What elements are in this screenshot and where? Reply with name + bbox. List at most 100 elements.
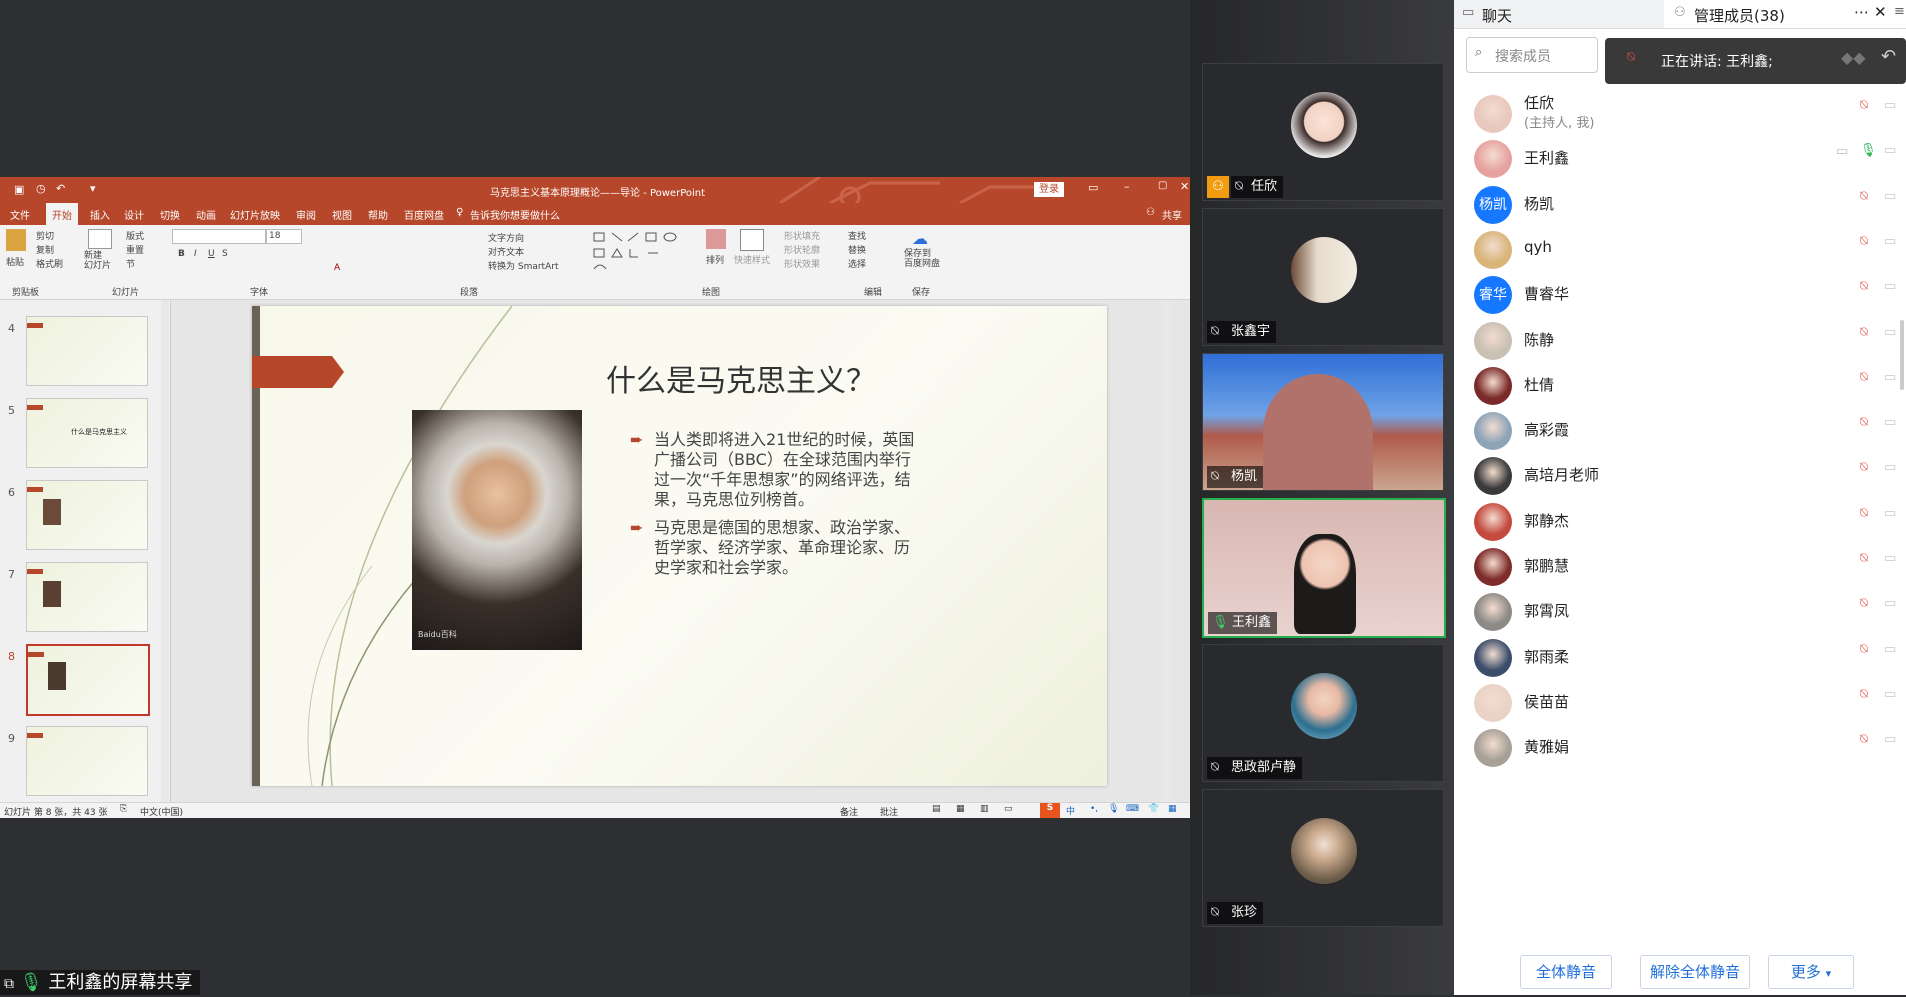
undo-icon[interactable]: ↶ [56,182,65,195]
arrange-icon[interactable] [706,229,726,249]
tab-chat[interactable]: 聊天 [1482,5,1512,26]
member-row[interactable]: 黄雅娟 ⍉ ▭ [1454,720,1906,775]
tell-me-search[interactable]: 告诉我你想要做什么 [470,207,560,222]
video-tile[interactable]: ⚇ ⍉ 任欣 [1202,63,1444,201]
sorter-view-icon[interactable]: ▦ [956,804,965,814]
save-icon[interactable]: ▣ [14,183,24,196]
strikethrough-button[interactable]: S [222,249,228,259]
mic-on-icon[interactable]: 🎙 [1860,143,1880,163]
tab-transitions[interactable]: 切换 [160,207,180,222]
ime-chinese-icon[interactable]: 中 [1066,804,1075,817]
member-list-scrollbar[interactable] [1900,320,1904,390]
camera-off-icon[interactable]: ▭ [1884,460,1904,480]
shape-fill-button[interactable]: 形状填充 [784,229,820,242]
quick-styles-icon[interactable] [740,229,764,251]
slide-thumbnail-7[interactable] [26,562,148,632]
tab-members[interactable]: 管理成员(38) [1694,5,1785,26]
more-options-icon[interactable]: ⋯ [1854,3,1869,21]
camera-off-icon[interactable]: ▭ [1884,234,1904,254]
tab-file[interactable]: 文件 [10,207,30,222]
camera-off-icon[interactable]: ▭ [1884,551,1904,571]
language-status[interactable]: 中文(中国) [140,805,183,818]
mic-muted-icon[interactable]: ⍉ [1860,234,1880,254]
find-button[interactable]: 查找 [848,229,866,242]
thumb-scrollbar[interactable] [161,300,169,802]
ime-punct-icon[interactable]: •, [1090,804,1098,814]
video-tile[interactable]: ⍉ 思政部卢静 [1202,644,1444,782]
ime-voice-icon[interactable]: 🎙 [1108,804,1119,814]
underline-button[interactable]: U [208,249,215,259]
baidu-cloud-icon[interactable]: ☁ [912,229,932,248]
format-painter-button[interactable]: 格式刷 [36,257,63,270]
reply-icon[interactable]: ↶ [1881,46,1896,67]
video-tile[interactable]: ⍉ 张鑫宇 [1202,208,1444,346]
video-tile[interactable]: ⍉ 张珍 [1202,789,1444,927]
font-size-select[interactable]: 18 [266,229,302,244]
video-tile-active-speaker[interactable]: 🎙 王利鑫 [1202,498,1446,638]
camera-off-icon[interactable]: ▭ [1884,143,1904,163]
unmute-all-button[interactable]: 解除全体静音 [1640,955,1750,989]
camera-off-icon[interactable]: ▭ [1884,732,1904,752]
ime-skin-icon[interactable]: 👕 [1148,804,1159,814]
customize-toolbar-icon[interactable]: ▾ [90,182,96,195]
mic-muted-icon[interactable]: ⍉ [1860,279,1880,299]
camera-off-icon[interactable]: ▭ [1884,687,1904,707]
camera-off-icon[interactable]: ▭ [1884,98,1904,118]
tab-baidu-netdisk[interactable]: 百度网盘 [404,207,444,222]
close-window-button[interactable]: ✕ [1180,180,1189,193]
slide-thumbnail-9[interactable] [26,726,148,796]
mic-muted-icon[interactable]: ⍉ [1860,189,1880,209]
font-family-select[interactable] [172,229,266,244]
menu-icon[interactable]: ≡ [1894,4,1905,19]
search-input[interactable]: ⌕ 搜索成员 [1466,37,1598,73]
slide-thumbnail-6[interactable] [26,480,148,550]
comments-button[interactable]: 批注 [880,805,898,818]
bold-button[interactable]: B [178,249,185,259]
reading-view-icon[interactable]: ▥ [980,804,989,814]
align-text-button[interactable]: 对齐文本 [488,245,524,258]
maximize-button[interactable]: ▢ [1158,180,1167,191]
slide-thumbnail-8-selected[interactable] [26,644,150,716]
save-baidu-button[interactable]: 保存到 百度网盘 [904,249,940,269]
slideshow-view-icon[interactable]: ▭ [1004,804,1013,814]
login-button[interactable]: 登录 [1034,182,1064,197]
text-direction-button[interactable]: 文字方向 [488,231,524,244]
ime-toolbox-icon[interactable]: ▦ [1168,804,1177,814]
ribbon-display-icon[interactable]: ▭ [1088,181,1098,194]
slide-scrollbar[interactable] [1162,300,1172,802]
mic-muted-icon[interactable]: ⍉ [1860,687,1880,707]
italic-button[interactable]: I [194,249,197,259]
mic-muted-icon[interactable]: ⍉ [1860,642,1880,662]
layout-button[interactable]: 版式 [126,229,144,242]
mic-muted-icon[interactable]: ⍉ [1860,325,1880,345]
reset-button[interactable]: 重置 [126,243,144,256]
slide-thumbnail-4[interactable] [26,316,148,386]
autosave-icon[interactable]: ◷ [36,182,46,195]
tab-view[interactable]: 视图 [332,207,352,222]
smartart-button[interactable]: 转换为 SmartArt [488,259,558,272]
tab-help[interactable]: 帮助 [368,207,388,222]
shape-effects-button[interactable]: 形状效果 [784,257,820,270]
cut-button[interactable]: 剪切 [36,229,54,242]
font-color-button[interactable]: A [334,263,340,273]
select-button[interactable]: 选择 [848,257,866,270]
slide-canvas[interactable]: 什么是马克思主义？ Baidu百科 ➨ 当人类即将进入21世纪的时候，英国广播公司… [252,306,1107,786]
camera-off-icon[interactable]: ▭ [1884,189,1904,209]
slide-thumbnail-pane[interactable]: 4 5 什么是马克思主义 6 7 8 9 [0,300,171,802]
close-panel-icon[interactable]: ✕ [1874,3,1887,21]
camera-off-icon[interactable]: ▭ [1884,415,1904,435]
paste-button[interactable]: 粘贴 [6,255,24,268]
mic-muted-icon[interactable]: ⍉ [1860,415,1880,435]
mic-muted-icon[interactable]: ⍉ [1860,460,1880,480]
paste-icon[interactable] [6,229,26,251]
camera-off-icon[interactable]: ▭ [1884,506,1904,526]
camera-off-icon[interactable]: ▭ [1884,279,1904,299]
mic-muted-icon[interactable]: ⍉ [1860,370,1880,390]
member-list[interactable]: 任欣 (主持人, 我) ⍉ ▭ 王利鑫 ▭ 🎙 ▭ 杨凯 杨凯 ⍉ ▭ qyh ⍉ ▭ 睿华 曹睿华 ⍉ ▭ 陈静 ⍉ ▭… [1454,86,1906,936]
tab-home[interactable]: 开始 [46,203,78,226]
arrange-button[interactable]: 排列 [706,253,724,266]
camera-off-icon[interactable]: ▭ [1884,596,1904,616]
tab-slideshow[interactable]: 幻灯片放映 [230,207,280,222]
shapes-gallery[interactable] [590,229,690,277]
mic-muted-icon[interactable]: ⍉ [1860,732,1880,752]
